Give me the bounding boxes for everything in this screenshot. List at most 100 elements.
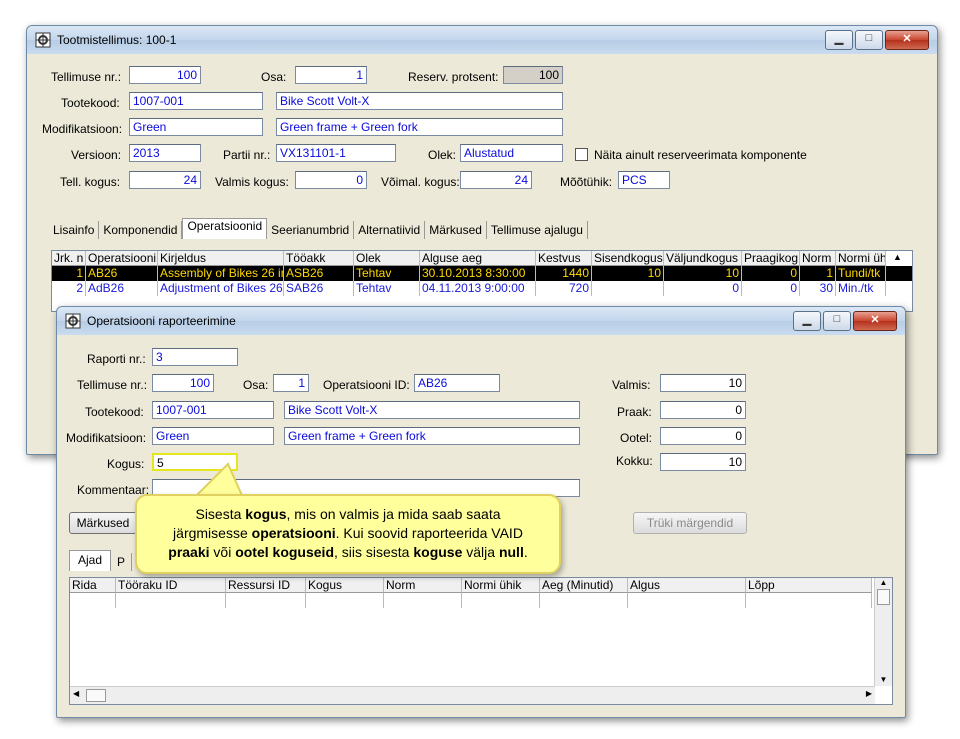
finished-qty-field[interactable]: 0 bbox=[295, 171, 367, 189]
scroll-thumb[interactable] bbox=[877, 589, 890, 605]
column-header[interactable]: Algus bbox=[628, 578, 746, 593]
product-name-field[interactable]: Bike Scott Volt-X bbox=[276, 92, 563, 110]
table-row[interactable] bbox=[70, 593, 892, 608]
operation-id-field[interactable]: AB26 bbox=[414, 374, 500, 392]
column-header[interactable]: Ressursi ID bbox=[226, 578, 306, 593]
scroll-left-icon[interactable]: ◀ bbox=[73, 689, 79, 698]
operations-grid[interactable]: Jrk. n Operatsiooni Kirjeldus Tööakk Ole… bbox=[51, 250, 913, 312]
label-kommentaar: Kommentaar: bbox=[77, 483, 150, 497]
h-scroll-thumb[interactable] bbox=[86, 689, 106, 702]
column-header[interactable]: Kogus bbox=[306, 578, 384, 593]
table-row[interactable]: 1 AB26 Assembly of Bikes 26 in ASB26 Teh… bbox=[52, 266, 912, 281]
ordered-qty-field[interactable]: 24 bbox=[129, 171, 201, 189]
product-code-field[interactable]: 1007-001 bbox=[129, 92, 263, 110]
grid-scroll-up-icon[interactable]: ▲ bbox=[893, 252, 902, 262]
minimize-button[interactable]: ▁ bbox=[793, 311, 821, 331]
close-button[interactable]: ✕ bbox=[885, 30, 929, 50]
horizontal-scrollbar[interactable]: ◀ ▶ bbox=[70, 686, 875, 704]
column-header[interactable]: Tööraku ID bbox=[116, 578, 226, 593]
tooltip-line-3: praaki või ootel koguseid, siis sisesta … bbox=[147, 543, 549, 562]
label-partii: Partii nr.: bbox=[223, 148, 271, 162]
batch-field[interactable]: VX131101-1 bbox=[276, 144, 396, 162]
label-osa: Osa: bbox=[261, 70, 287, 84]
table-cell bbox=[462, 593, 540, 608]
tooltip-bold: ootel koguseid bbox=[235, 544, 334, 560]
column-header[interactable]: Norm bbox=[384, 578, 462, 593]
column-header[interactable]: Kestvus bbox=[536, 251, 592, 266]
close-button[interactable]: ✕ bbox=[853, 311, 897, 331]
table-cell: SAB26 bbox=[284, 281, 354, 296]
label-voimal-kogus: Võimal. kogus: bbox=[381, 175, 460, 189]
status-field[interactable]: Alustatud bbox=[460, 144, 563, 162]
column-header[interactable]: Olek bbox=[354, 251, 420, 266]
column-header[interactable]: Jrk. n bbox=[52, 251, 86, 266]
unit-field[interactable]: PCS bbox=[618, 171, 670, 189]
tab-seerianumbrid[interactable]: Seerianumbrid bbox=[267, 221, 355, 239]
version-field[interactable]: 2013 bbox=[129, 144, 201, 162]
tab-komponendid[interactable]: Komponendid bbox=[99, 221, 183, 239]
column-header[interactable]: Norm bbox=[800, 251, 836, 266]
order-number-field[interactable]: 100 bbox=[152, 374, 214, 392]
column-header[interactable]: Normi üh bbox=[836, 251, 886, 266]
product-name-field[interactable]: Bike Scott Volt-X bbox=[284, 401, 580, 419]
column-header[interactable]: Alguse aeg bbox=[420, 251, 536, 266]
table-cell bbox=[226, 593, 306, 608]
dialog-tabs: Ajad P bbox=[69, 550, 133, 571]
main-window-title: Tootmistellimus: 100-1 bbox=[57, 33, 177, 47]
tab-operatsioonid[interactable]: Operatsioonid bbox=[182, 218, 268, 239]
scroll-right-icon[interactable]: ▶ bbox=[866, 689, 872, 698]
modification-field[interactable]: Green bbox=[152, 427, 274, 445]
column-header[interactable]: Praagikog bbox=[742, 251, 800, 266]
tab-alternatiivid[interactable]: Alternatiivid bbox=[354, 221, 426, 239]
tab-markused[interactable]: Märkused bbox=[425, 221, 487, 239]
vertical-scrollbar[interactable]: ▲ ▼ bbox=[874, 578, 892, 686]
column-header[interactable]: Väljundkogus bbox=[664, 251, 742, 266]
column-header[interactable]: Sisendkogus bbox=[592, 251, 664, 266]
maximize-button[interactable]: □ bbox=[823, 311, 851, 331]
table-cell: AdB26 bbox=[86, 281, 158, 296]
table-cell: 2 bbox=[52, 281, 86, 296]
column-header[interactable]: Kirjeldus bbox=[158, 251, 284, 266]
finished-field[interactable]: 10 bbox=[660, 374, 746, 392]
instruction-tooltip: Sisesta kogus, mis on valmis ja mida saa… bbox=[135, 494, 561, 574]
report-number-field[interactable]: 3 bbox=[152, 348, 238, 366]
tab-lisainfo[interactable]: Lisainfo bbox=[49, 221, 100, 239]
column-header[interactable]: Rida bbox=[70, 578, 116, 593]
tooltip-text: välja bbox=[462, 544, 499, 560]
scrap-field[interactable]: 0 bbox=[660, 401, 746, 419]
modification-field[interactable]: Green bbox=[129, 118, 263, 136]
column-header[interactable]: Operatsiooni bbox=[86, 251, 158, 266]
tab-p[interactable]: P bbox=[111, 553, 133, 571]
part-field[interactable]: 1 bbox=[295, 66, 367, 84]
tab-tellimuse-ajalugu[interactable]: Tellimuse ajalugu bbox=[487, 221, 588, 239]
order-number-field[interactable]: 100 bbox=[129, 66, 201, 84]
column-header[interactable]: Lõpp bbox=[746, 578, 872, 593]
column-header[interactable]: Aeg (Minutid) bbox=[540, 578, 628, 593]
scroll-up-icon[interactable]: ▲ bbox=[875, 578, 892, 587]
table-row[interactable]: 2 AdB26 Adjustment of Bikes 26 SAB26 Teh… bbox=[52, 281, 912, 296]
main-titlebar: Tootmistellimus: 100-1 ▁ □ ✕ bbox=[27, 26, 937, 54]
label-tootekood: Tootekood: bbox=[85, 405, 144, 419]
maximize-button[interactable]: □ bbox=[855, 30, 883, 50]
product-code-field[interactable]: 1007-001 bbox=[152, 401, 274, 419]
label-tellimuse-nr: Tellimuse nr.: bbox=[51, 70, 122, 84]
part-field[interactable]: 1 bbox=[273, 374, 309, 392]
tooltip-text: järgmisesse bbox=[173, 525, 252, 541]
possible-qty-field[interactable]: 24 bbox=[460, 171, 532, 189]
table-cell: Tundi/tk bbox=[836, 266, 886, 281]
column-header[interactable]: Normi ühik bbox=[462, 578, 540, 593]
table-cell bbox=[116, 593, 226, 608]
print-labels-button[interactable]: Trüki märgendid bbox=[633, 512, 747, 534]
total-field[interactable]: 10 bbox=[660, 453, 746, 471]
modification-description-field[interactable]: Green frame + Green fork bbox=[276, 118, 563, 136]
times-grid[interactable]: Rida Tööraku ID Ressursi ID Kogus Norm N… bbox=[69, 577, 893, 705]
scroll-down-icon[interactable]: ▼ bbox=[875, 675, 892, 684]
unreserved-only-checkbox[interactable] bbox=[575, 148, 588, 161]
pending-field[interactable]: 0 bbox=[660, 427, 746, 445]
column-header[interactable]: Tööakk bbox=[284, 251, 354, 266]
operations-grid-header: Jrk. n Operatsiooni Kirjeldus Tööakk Ole… bbox=[52, 251, 912, 266]
notes-button[interactable]: Märkused bbox=[69, 512, 137, 534]
minimize-button[interactable]: ▁ bbox=[825, 30, 853, 50]
tab-ajad[interactable]: Ajad bbox=[69, 550, 112, 571]
modification-description-field[interactable]: Green frame + Green fork bbox=[284, 427, 580, 445]
